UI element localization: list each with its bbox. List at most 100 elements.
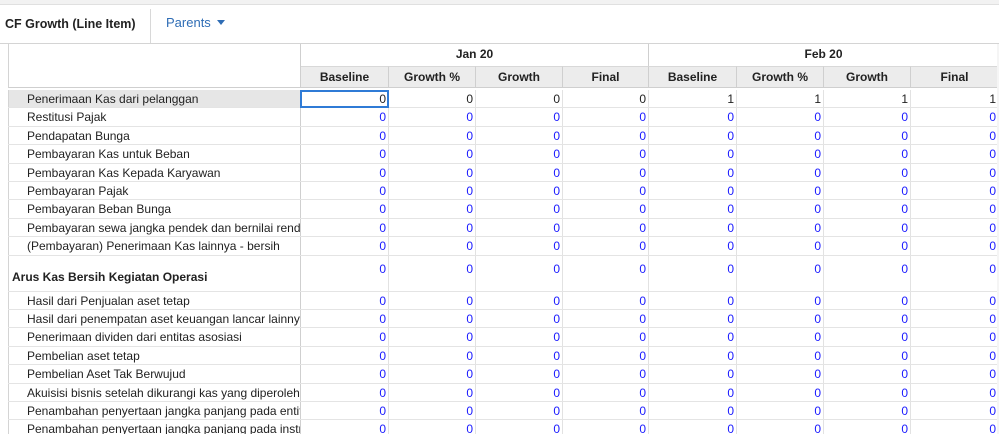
grid-cell[interactable]: 0: [563, 383, 649, 402]
column-header-final[interactable]: Final: [911, 66, 999, 88]
grid-cell[interactable]: 0: [389, 90, 476, 109]
grid-cell[interactable]: 0: [301, 346, 389, 366]
grid-cell[interactable]: 0: [824, 365, 911, 384]
row-label[interactable]: Pembayaran Beban Bunga: [8, 200, 301, 219]
grid-cell[interactable]: 0: [911, 328, 999, 347]
row-label[interactable]: Penerimaan dividen dari entitas asosiasi: [8, 328, 301, 347]
grid-cell[interactable]: 0: [389, 346, 476, 366]
row-label[interactable]: Hasil dari penempatan aset keuangan lanc…: [8, 310, 301, 329]
grid-cell[interactable]: 0: [476, 310, 563, 329]
grid-cell[interactable]: 0: [911, 255, 999, 292]
grid-cell[interactable]: 0: [476, 108, 563, 127]
grid-cell[interactable]: 0: [563, 108, 649, 127]
grid-cell[interactable]: 0: [649, 346, 737, 366]
grid-cell[interactable]: 0: [476, 365, 563, 384]
grid-cell[interactable]: 0: [737, 346, 824, 366]
grid-cell[interactable]: 0: [389, 420, 476, 434]
grid-cell[interactable]: 0: [389, 126, 476, 146]
grid-cell[interactable]: 0: [389, 108, 476, 127]
grid-cell[interactable]: 0: [563, 328, 649, 347]
grid-cell[interactable]: 0: [649, 310, 737, 329]
row-label[interactable]: Akuisisi bisnis setelah dikurangi kas ya…: [8, 383, 301, 402]
grid-cell[interactable]: 0: [911, 145, 999, 164]
grid-cell[interactable]: 0: [563, 163, 649, 182]
grid-cell[interactable]: 0: [737, 218, 824, 238]
row-label[interactable]: (Pembayaran) Penerimaan Kas lainnya - be…: [8, 237, 301, 256]
grid-cell[interactable]: 0: [824, 126, 911, 146]
grid-cell[interactable]: 0: [737, 310, 824, 329]
grid-cell[interactable]: 0: [737, 383, 824, 402]
grid-cell[interactable]: 0: [389, 291, 476, 310]
grid-cell[interactable]: 0: [389, 200, 476, 219]
grid-cell[interactable]: 0: [301, 291, 389, 310]
grid-cell[interactable]: 0: [476, 291, 563, 310]
grid-cell[interactable]: 0: [563, 182, 649, 201]
grid-cell[interactable]: 0: [301, 126, 389, 146]
grid-cell[interactable]: 0: [824, 145, 911, 164]
grid-cell[interactable]: 0: [737, 402, 824, 421]
grid-cell[interactable]: 0: [737, 182, 824, 201]
grid-cell[interactable]: 0: [824, 237, 911, 256]
grid-cell[interactable]: 0: [824, 402, 911, 421]
grid-cell[interactable]: 0: [476, 182, 563, 201]
grid-cell[interactable]: 0: [476, 255, 563, 292]
grid-cell[interactable]: 0: [737, 328, 824, 347]
grid-cell[interactable]: 1: [737, 90, 824, 109]
grid-cell[interactable]: 0: [563, 255, 649, 292]
grid-cell[interactable]: 0: [649, 402, 737, 421]
grid-cell[interactable]: 0: [301, 365, 389, 384]
grid-cell[interactable]: 0: [476, 402, 563, 421]
grid-cell[interactable]: 0: [563, 218, 649, 238]
grid-cell[interactable]: 0: [649, 237, 737, 256]
grid-cell[interactable]: 0: [476, 90, 563, 109]
grid-cell[interactable]: 0: [563, 420, 649, 434]
grid-cell[interactable]: 0: [563, 90, 649, 109]
grid-cell[interactable]: 0: [649, 108, 737, 127]
grid-cell[interactable]: 0: [389, 218, 476, 238]
row-label[interactable]: Pembelian aset tetap: [8, 346, 301, 366]
grid-cell[interactable]: 0: [476, 383, 563, 402]
grid-cell[interactable]: 0: [649, 145, 737, 164]
grid-cell[interactable]: 0: [737, 255, 824, 292]
grid-cell[interactable]: 0: [301, 108, 389, 127]
grid-cell[interactable]: 0: [301, 237, 389, 256]
grid-cell[interactable]: 0: [911, 291, 999, 310]
grid-cell[interactable]: 0: [476, 163, 563, 182]
grid-cell[interactable]: 0: [476, 200, 563, 219]
grid-cell[interactable]: 0: [824, 108, 911, 127]
grid-cell[interactable]: 0: [824, 291, 911, 310]
grid-cell[interactable]: 0: [911, 402, 999, 421]
grid-cell[interactable]: 0: [389, 402, 476, 421]
grid-cell[interactable]: 0: [649, 255, 737, 292]
grid-cell[interactable]: 0: [301, 163, 389, 182]
row-label[interactable]: Penambahan penyertaan jangka panjang pad…: [8, 420, 301, 434]
grid-cell[interactable]: 0: [911, 126, 999, 146]
grid-cell[interactable]: 0: [476, 346, 563, 366]
grid-cell[interactable]: 0: [737, 163, 824, 182]
grid-cell[interactable]: 0: [301, 182, 389, 201]
grid-cell[interactable]: 0: [476, 237, 563, 256]
grid-cell[interactable]: 0: [911, 237, 999, 256]
grid-cell[interactable]: 0: [649, 328, 737, 347]
grid-cell[interactable]: 0: [911, 346, 999, 366]
grid-cell[interactable]: 0: [563, 346, 649, 366]
row-label[interactable]: Penerimaan Kas dari pelanggan: [8, 90, 301, 109]
grid-cell[interactable]: 0: [301, 218, 389, 238]
grid-cell[interactable]: 0: [824, 346, 911, 366]
grid-cell[interactable]: 0: [389, 365, 476, 384]
grid-cell[interactable]: 0: [649, 182, 737, 201]
row-label[interactable]: Hasil dari Penjualan aset tetap: [8, 291, 301, 310]
column-header-growth[interactable]: Growth: [824, 66, 911, 88]
grid-cell[interactable]: 1: [824, 90, 911, 109]
grid-cell[interactable]: 0: [476, 420, 563, 434]
grid-cell[interactable]: 0: [911, 420, 999, 434]
grid-cell[interactable]: 0: [649, 383, 737, 402]
grid-cell[interactable]: 0: [737, 126, 824, 146]
grid-cell[interactable]: 0: [563, 200, 649, 219]
grid-cell[interactable]: 0: [476, 126, 563, 146]
row-label[interactable]: Restitusi Pajak: [8, 108, 301, 127]
column-header-growth[interactable]: Growth %: [389, 66, 476, 88]
grid-cell[interactable]: 0: [563, 145, 649, 164]
column-header-growth[interactable]: Growth: [476, 66, 563, 88]
grid-cell[interactable]: 0: [911, 182, 999, 201]
